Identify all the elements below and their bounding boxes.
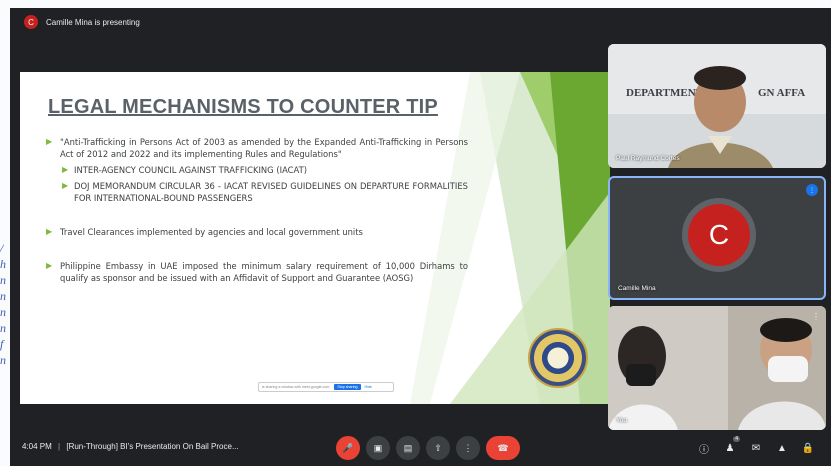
meeting-control-bar: 4:04 PM | [Run-Through] BI's Presentatio… bbox=[10, 430, 831, 466]
meeting-time: 4:04 PM bbox=[22, 442, 52, 451]
slide-sub-bullet: ▶ DOJ MEMORANDUM CIRCULAR 36 - IACAT REV… bbox=[44, 180, 468, 204]
meeting-details: 4:04 PM | [Run-Through] BI's Presentatio… bbox=[22, 442, 239, 451]
screen-share-bar: is sharing a window with meet.google.com… bbox=[258, 382, 394, 392]
bullet-arrow-icon: ▶ bbox=[46, 227, 53, 236]
tile-options-icon[interactable]: ⋮ bbox=[812, 312, 822, 322]
present-screen-icon[interactable]: ⇧ bbox=[426, 436, 450, 460]
share-bar-text: is sharing a window with meet.google.com… bbox=[262, 385, 331, 389]
people-count-badge: 4 bbox=[733, 436, 740, 442]
stop-sharing-button[interactable]: Stop sharing bbox=[334, 384, 361, 390]
svg-text:GN AFFA: GN AFFA bbox=[758, 87, 805, 99]
meet-window: C Camille Mina is presenting LEGAL MECHA… bbox=[10, 8, 831, 466]
slide-title: LEGAL MECHANISMS TO COUNTER TIP bbox=[48, 96, 438, 118]
slide-bullet: ▶ Travel Clearances implemented by agenc… bbox=[44, 226, 468, 238]
meeting-title: [Run-Through] BI's Presentation On Bail … bbox=[66, 442, 239, 451]
presenter-avatar: C bbox=[24, 15, 38, 29]
background-document-edge-text: / h n n n n f n bbox=[0, 241, 6, 367]
bullet-text: "Anti-Trafficking in Persons Act of 2003… bbox=[60, 137, 468, 159]
slide-bullet-list: ▶ "Anti-Trafficking in Persons Act of 20… bbox=[44, 136, 468, 284]
participant-name: You bbox=[616, 417, 627, 424]
more-options-icon[interactable]: ⋮ bbox=[456, 436, 480, 460]
bullet-arrow-icon: ▶ bbox=[46, 261, 53, 270]
participant-video: DEPARTMENT GN AFFA bbox=[608, 44, 826, 168]
participant-avatar: C bbox=[688, 204, 750, 266]
speaking-indicator-icon: ⋮ bbox=[806, 184, 818, 196]
bullet-text: DOJ MEMORANDUM CIRCULAR 36 - IACAT REVIS… bbox=[74, 181, 468, 203]
bullet-arrow-icon: ▶ bbox=[62, 181, 69, 190]
participant-tile-self[interactable]: ⋮ You bbox=[608, 306, 826, 430]
chat-icon[interactable]: ✉ bbox=[748, 440, 764, 456]
participant-tile[interactable]: DEPARTMENT GN AFFA Paul Raymund Cortes bbox=[608, 44, 826, 168]
host-controls-icon[interactable]: 🔒 bbox=[800, 440, 816, 456]
bullet-text: INTER-AGENCY COUNCIL AGAINST TRAFFICKING… bbox=[74, 165, 307, 175]
camera-icon[interactable]: ▣ bbox=[366, 436, 390, 460]
participant-name: Paul Raymund Cortes bbox=[616, 155, 680, 162]
microphone-off-icon[interactable]: 🎤 bbox=[336, 436, 360, 460]
shared-slide: LEGAL MECHANISMS TO COUNTER TIP ▶ "Anti-… bbox=[20, 72, 610, 404]
svg-text:DEPARTMENT: DEPARTMENT bbox=[626, 87, 704, 99]
slide-bullet: ▶ Philippine Embassy in UAE imposed the … bbox=[44, 260, 468, 284]
separator: | bbox=[58, 442, 61, 451]
hide-share-bar-button[interactable]: Hide bbox=[365, 385, 372, 389]
self-video bbox=[608, 306, 826, 430]
meeting-details-icon[interactable]: ⓘ bbox=[696, 440, 712, 456]
end-call-button[interactable]: ☎ bbox=[486, 436, 520, 460]
bullet-arrow-icon: ▶ bbox=[62, 165, 69, 174]
bullet-text: Travel Clearances implemented by agencie… bbox=[60, 227, 363, 237]
bullet-text: Philippine Embassy in UAE imposed the mi… bbox=[60, 261, 468, 283]
participant-tile-active-speaker[interactable]: C ⋮ Camille Mina bbox=[608, 176, 826, 300]
people-icon[interactable]: ♟ 4 bbox=[722, 436, 740, 456]
bullet-arrow-icon: ▶ bbox=[46, 137, 53, 146]
presenting-banner: C Camille Mina is presenting bbox=[10, 8, 831, 36]
participant-name: Camille Mina bbox=[618, 285, 656, 292]
slide-sub-bullet: ▶ INTER-AGENCY COUNCIL AGAINST TRAFFICKI… bbox=[44, 164, 468, 176]
slide-bullet: ▶ "Anti-Trafficking in Persons Act of 20… bbox=[44, 136, 468, 160]
bureau-of-immigration-seal-icon bbox=[528, 328, 588, 388]
presenter-banner-text: Camille Mina is presenting bbox=[46, 17, 140, 27]
captions-icon[interactable]: ▤ bbox=[396, 436, 420, 460]
activities-icon[interactable]: ▲ bbox=[774, 440, 790, 456]
